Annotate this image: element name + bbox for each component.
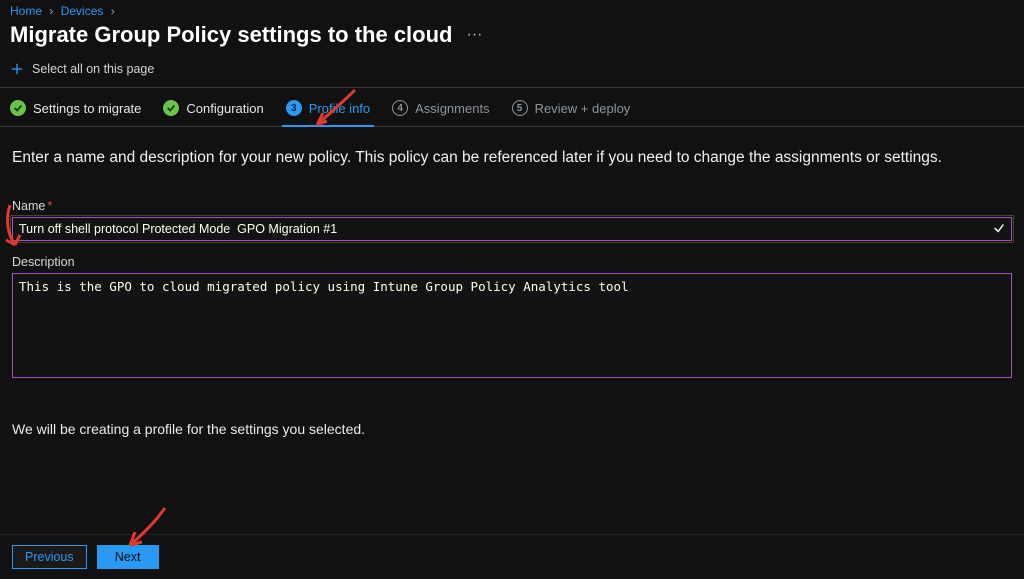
step-number-icon: 5: [512, 100, 528, 116]
select-all-button[interactable]: Select all on this page: [10, 62, 154, 76]
select-all-label: Select all on this page: [32, 62, 154, 76]
check-circle-icon: [163, 100, 179, 116]
step-label: Review + deploy: [535, 101, 631, 116]
name-field[interactable]: [12, 217, 1012, 241]
step-number-icon: 3: [286, 100, 302, 116]
more-actions-button[interactable]: ···: [466, 26, 482, 44]
name-label-text: Name: [12, 199, 45, 213]
plus-icon: [10, 62, 24, 76]
page-title: Migrate Group Policy settings to the clo…: [10, 22, 452, 48]
description-field[interactable]: [12, 273, 1012, 378]
description-label: Description: [12, 255, 1012, 269]
step-number-icon: 4: [392, 100, 408, 116]
breadcrumb-devices[interactable]: Devices: [61, 4, 104, 18]
step-label: Settings to migrate: [33, 101, 141, 116]
checkmark-icon: [992, 221, 1006, 235]
toolbar: Select all on this page: [0, 56, 1024, 87]
name-label: Name*: [12, 199, 1012, 213]
wizard-footer: Previous Next: [0, 534, 1024, 579]
breadcrumb: Home › Devices ›: [0, 0, 1024, 20]
step-assignments[interactable]: 4 Assignments: [392, 100, 489, 116]
profile-form: Name* Description: [0, 177, 1024, 381]
next-button[interactable]: Next: [97, 545, 159, 569]
intro-text: Enter a name and description for your ne…: [0, 127, 1024, 177]
chevron-right-icon: ›: [111, 4, 115, 18]
step-label: Configuration: [186, 101, 263, 116]
breadcrumb-home[interactable]: Home: [10, 4, 42, 18]
step-label: Profile info: [309, 101, 370, 116]
required-icon: *: [47, 199, 52, 213]
step-review-deploy[interactable]: 5 Review + deploy: [512, 100, 631, 116]
creation-note: We will be creating a profile for the se…: [0, 381, 1024, 437]
step-settings-to-migrate[interactable]: Settings to migrate: [10, 100, 141, 116]
page-title-row: Migrate Group Policy settings to the clo…: [0, 20, 1024, 56]
wizard-steps: Settings to migrate Configuration 3 Prof…: [0, 88, 1024, 126]
chevron-right-icon: ›: [49, 4, 53, 18]
previous-button[interactable]: Previous: [12, 545, 87, 569]
step-profile-info[interactable]: 3 Profile info: [286, 100, 370, 116]
step-configuration[interactable]: Configuration: [163, 100, 263, 116]
step-label: Assignments: [415, 101, 489, 116]
check-circle-icon: [10, 100, 26, 116]
active-step-underline: [282, 125, 374, 127]
